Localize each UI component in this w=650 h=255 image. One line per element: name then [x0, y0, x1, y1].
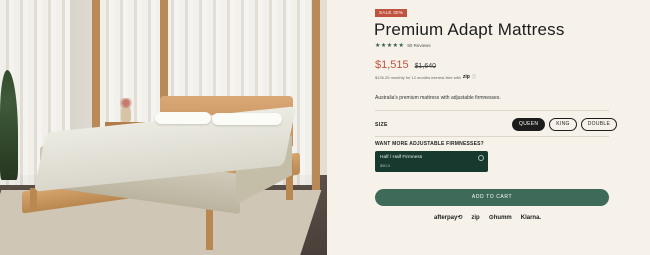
size-options: QUEEN KING DOUBLE: [512, 118, 618, 131]
flowers: [118, 98, 134, 108]
sale-badge: SALE 30%: [375, 9, 408, 17]
product-description: Australia's premium mattress with adjust…: [375, 95, 501, 101]
rating-row[interactable]: ★★★★★ 80 Reviews: [375, 41, 431, 49]
star-rating-icon: ★★★★★: [375, 42, 405, 49]
firmness-label: WANT MORE ADJUSTABLE FIRMNESSES?: [375, 141, 484, 147]
afterpay-logo: afterpay⟲: [434, 215, 463, 221]
firmness-option-price: $50.0: [380, 163, 391, 168]
divider: [375, 110, 609, 111]
firmness-option-card[interactable]: Half / Half Firmness $50.0: [375, 151, 488, 172]
price-row: $1,515 $1,640: [375, 59, 436, 71]
bed-leg: [30, 188, 37, 210]
original-price: $1,640: [414, 63, 437, 70]
financing-text: $126.25 monthly for 12 months interest-f…: [375, 74, 461, 80]
zip-logo: zip: [462, 74, 470, 80]
klarna-logo: Klarna.: [520, 214, 542, 221]
info-icon[interactable]: ⓘ: [472, 74, 477, 80]
add-to-cart-button[interactable]: ADD TO CART: [375, 189, 609, 206]
product-panel: SALE 30% Premium Adapt Mattress ★★★★★ 80…: [327, 0, 650, 255]
pillow: [155, 112, 211, 124]
size-king-button[interactable]: KING: [549, 118, 577, 131]
firmness-option-name: Half / Half Firmness: [380, 155, 423, 160]
reviews-link[interactable]: 80 Reviews: [407, 43, 430, 48]
window-frame: [312, 0, 320, 190]
payment-methods: afterpay⟲ zip ⊙humm Klarna.: [434, 214, 542, 222]
product-photo: [0, 0, 327, 255]
pillow: [212, 113, 282, 125]
sale-price: $1,515: [375, 59, 409, 71]
financing-note: $126.25 monthly for 12 months interest-f…: [375, 74, 476, 80]
product-title: Premium Adapt Mattress: [374, 20, 565, 39]
zip-logo: zip: [471, 214, 480, 221]
size-double-button[interactable]: DOUBLE: [580, 118, 618, 131]
humm-logo: ⊙humm: [488, 215, 512, 221]
vase: [121, 106, 131, 122]
radio-icon: [478, 155, 484, 161]
size-queen-button[interactable]: QUEEN: [512, 118, 546, 131]
size-label: SIZE: [375, 122, 388, 128]
divider: [375, 136, 609, 137]
